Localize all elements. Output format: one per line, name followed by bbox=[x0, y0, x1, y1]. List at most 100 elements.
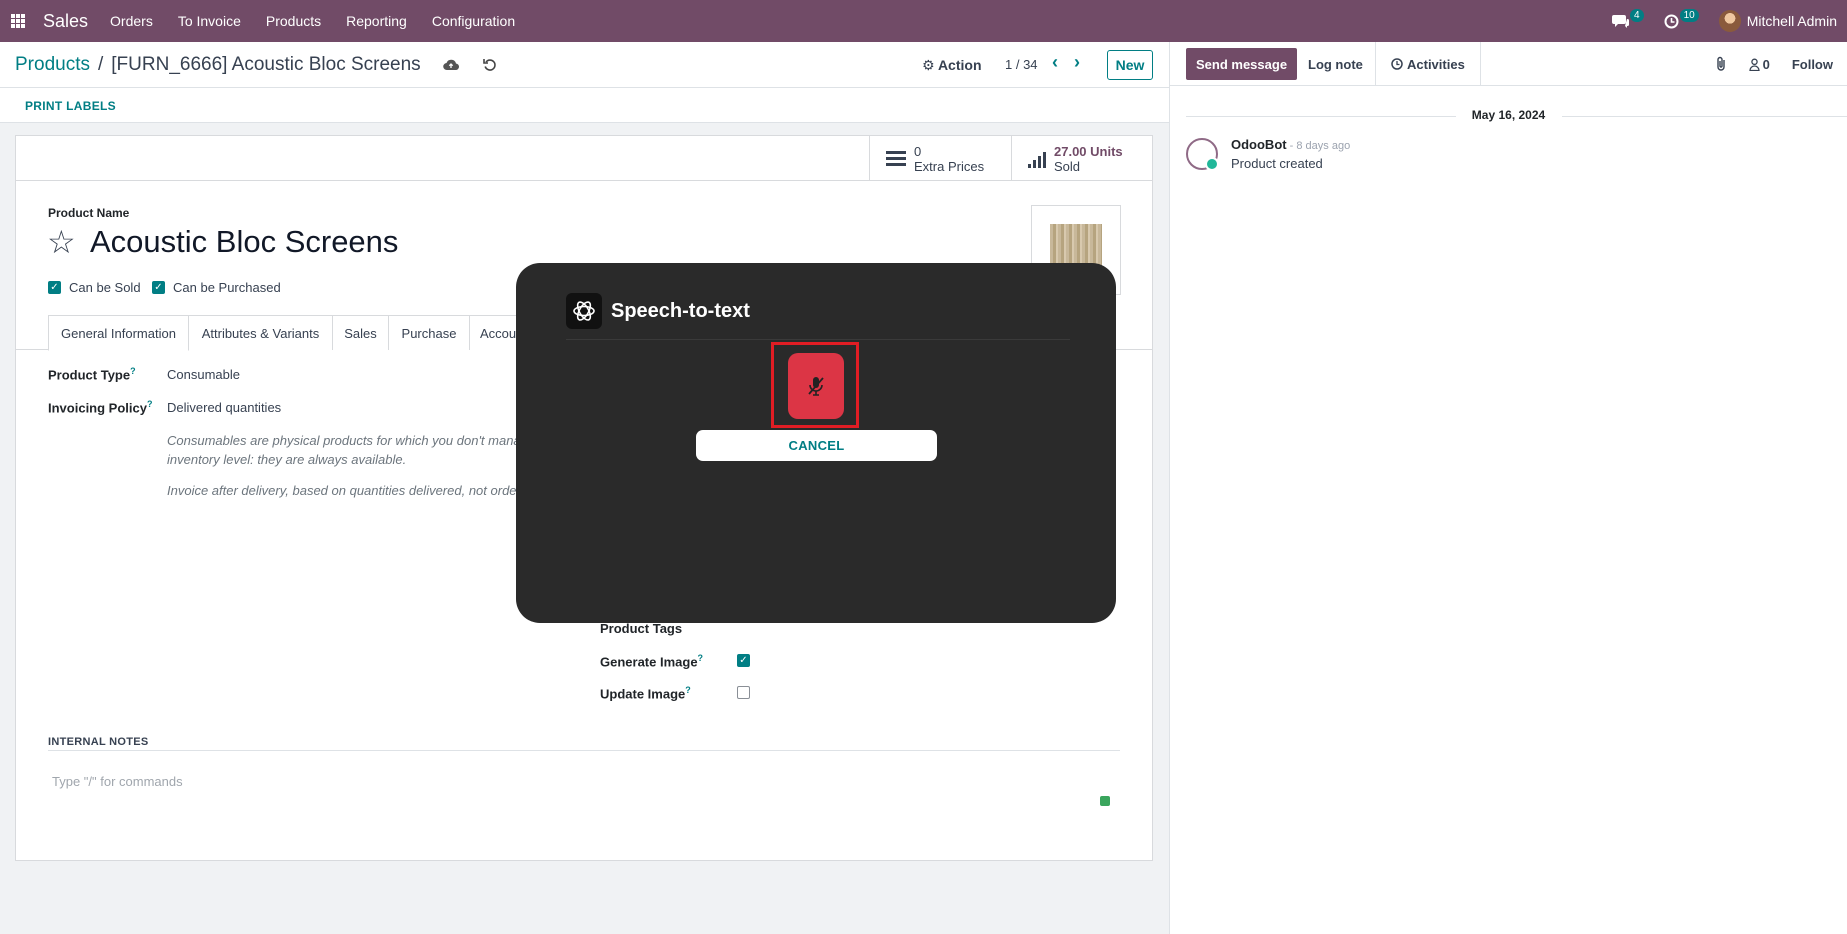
microphone-muted-icon bbox=[808, 377, 824, 396]
form-statusbar: PRINT LABELS bbox=[0, 88, 1169, 123]
menu-configuration[interactable]: Configuration bbox=[432, 13, 515, 29]
message-author: OdooBot - 8 days ago bbox=[1231, 137, 1351, 152]
openai-logo-icon bbox=[566, 293, 602, 329]
menu-to-invoice[interactable]: To Invoice bbox=[178, 13, 241, 29]
chevron-right-icon[interactable]: › bbox=[1074, 52, 1080, 73]
breadcrumb: Products / [FURN_6666] Acoustic Bloc Scr… bbox=[15, 54, 497, 76]
units-sold-label: Sold bbox=[1054, 158, 1081, 174]
paperclip-icon[interactable] bbox=[1715, 56, 1727, 72]
action-label: Action bbox=[937, 57, 982, 73]
product-name-field[interactable]: Acoustic Bloc Screens bbox=[90, 224, 398, 260]
consumable-help-line-2: inventory level: they are always availab… bbox=[167, 452, 407, 467]
user-icon bbox=[1748, 58, 1760, 71]
log-note-button[interactable]: Log note bbox=[1308, 48, 1363, 80]
list-icon bbox=[886, 151, 906, 166]
consumable-help-line-1: Consumables are physical products for wh… bbox=[167, 433, 521, 448]
can-be-sold-label: Can be Sold bbox=[69, 280, 141, 295]
update-image-label: Update Image? bbox=[600, 685, 691, 702]
new-button[interactable]: New bbox=[1107, 50, 1153, 80]
clock-icon bbox=[1664, 14, 1679, 28]
speech-to-text-dialog: Speech-to-text CANCEL bbox=[516, 263, 1116, 623]
menu-reporting[interactable]: Reporting bbox=[346, 13, 407, 29]
activities-count-badge: 10 bbox=[1679, 8, 1699, 22]
invoicing-policy-label: Invoicing Policy? bbox=[48, 399, 153, 416]
product-type-label: Product Type? bbox=[48, 366, 136, 383]
help-tooltip-icon: ? bbox=[685, 685, 691, 695]
invoicing-policy-field[interactable]: Delivered quantities bbox=[167, 400, 281, 415]
status-indicator-icon bbox=[1100, 796, 1110, 806]
extra-prices-stat-button[interactable]: 0 Extra Prices bbox=[869, 136, 1011, 181]
activities-button[interactable]: Activities bbox=[1375, 42, 1481, 86]
menu-orders[interactable]: Orders bbox=[110, 13, 153, 29]
follow-button[interactable]: Follow bbox=[1792, 57, 1833, 72]
followers-button[interactable]: 0 bbox=[1748, 56, 1770, 72]
product-name-label: Product Name bbox=[48, 206, 130, 220]
followers-count: 0 bbox=[1762, 56, 1770, 72]
checkbox-checked-icon: ✓ bbox=[152, 281, 165, 294]
dialog-divider bbox=[566, 339, 1070, 340]
send-message-button[interactable]: Send message bbox=[1186, 48, 1298, 80]
clock-icon bbox=[1391, 58, 1403, 70]
pager-value[interactable]: 1 / 34 bbox=[1005, 57, 1038, 72]
units-sold-value: 27.00 Units bbox=[1054, 143, 1123, 159]
gear-icon: ⚙ bbox=[922, 57, 935, 73]
invoice-policy-help: Invoice after delivery, based on quantit… bbox=[167, 483, 521, 498]
apps-menu-icon[interactable] bbox=[11, 14, 25, 28]
microphone-button[interactable] bbox=[788, 353, 844, 419]
message-body: Product created bbox=[1231, 156, 1323, 171]
messages-button[interactable]: 4 bbox=[1612, 8, 1644, 29]
app-name[interactable]: Sales bbox=[43, 11, 88, 32]
message-time: - 8 days ago bbox=[1286, 140, 1351, 152]
activities-button[interactable]: 10 bbox=[1664, 8, 1699, 29]
action-menu-button[interactable]: ⚙ Action bbox=[922, 57, 982, 74]
can-be-purchased-label: Can be Purchased bbox=[173, 280, 281, 295]
menu-products[interactable]: Products bbox=[266, 13, 321, 29]
help-tooltip-icon: ? bbox=[697, 653, 704, 663]
extra-prices-label: Extra Prices bbox=[914, 158, 985, 174]
date-divider-right bbox=[1562, 116, 1847, 117]
print-labels-button[interactable]: PRINT LABELS bbox=[25, 99, 116, 113]
product-type-field[interactable]: Consumable bbox=[167, 367, 240, 382]
dialog-title: Speech-to-text bbox=[611, 300, 750, 322]
tab-sales[interactable]: Sales bbox=[333, 315, 389, 350]
breadcrumb-separator: / bbox=[97, 54, 104, 75]
star-favorite-icon[interactable]: ☆ bbox=[47, 224, 76, 260]
odoobot-avatar bbox=[1186, 138, 1219, 171]
tab-general-information[interactable]: General Information bbox=[48, 315, 189, 351]
breadcrumb-products-link[interactable]: Products bbox=[15, 54, 90, 76]
control-panel: Products / [FURN_6666] Acoustic Bloc Scr… bbox=[0, 42, 1169, 88]
update-image-checkbox[interactable] bbox=[737, 686, 750, 699]
stat-button-row: 0 Extra Prices 27.00 Units Sold bbox=[16, 136, 1152, 181]
generate-image-checkbox[interactable]: ✓ bbox=[737, 654, 750, 667]
can-be-sold-checkbox[interactable]: ✓ Can be Sold bbox=[48, 280, 141, 295]
signal-bars-icon bbox=[1028, 150, 1046, 168]
breadcrumb-current: [FURN_6666] Acoustic Bloc Screens bbox=[111, 54, 421, 75]
extra-prices-value: 0 bbox=[914, 143, 922, 159]
help-tooltip-icon: ? bbox=[130, 366, 136, 376]
product-tags-label: Product Tags bbox=[600, 621, 683, 636]
tab-purchase[interactable]: Purchase bbox=[389, 315, 470, 350]
cloud-save-icon[interactable] bbox=[442, 59, 459, 71]
internal-notes-divider bbox=[48, 750, 1120, 751]
tab-attributes-variants[interactable]: Attributes & Variants bbox=[189, 315, 333, 350]
chat-icon bbox=[1612, 14, 1630, 28]
cancel-button[interactable]: CANCEL bbox=[696, 430, 937, 461]
messages-count-badge: 4 bbox=[1630, 8, 1644, 22]
can-be-purchased-checkbox[interactable]: ✓ Can be Purchased bbox=[152, 280, 281, 295]
chatter-topbar: Send message Log note Activities 0 Follo… bbox=[1170, 42, 1847, 86]
discard-undo-icon[interactable] bbox=[482, 58, 497, 72]
units-sold-stat-button[interactable]: 27.00 Units Sold bbox=[1011, 136, 1153, 181]
activities-label: Activities bbox=[1407, 56, 1465, 72]
internal-notes-label: INTERNAL NOTES bbox=[48, 736, 149, 748]
generate-image-label: Generate Image? bbox=[600, 653, 704, 670]
date-separator: May 16, 2024 bbox=[1471, 108, 1546, 122]
help-tooltip-icon: ? bbox=[146, 399, 153, 409]
user-menu[interactable]: Mitchell Admin bbox=[1718, 10, 1837, 32]
top-navbar: Sales Orders To Invoice Products Reporti… bbox=[0, 0, 1847, 42]
user-name: Mitchell Admin bbox=[1746, 13, 1837, 29]
chatter-panel: Send message Log note Activities 0 Follo… bbox=[1169, 42, 1847, 934]
internal-notes-editor[interactable]: Type "/" for commands bbox=[52, 774, 183, 789]
checkbox-checked-icon: ✓ bbox=[48, 281, 61, 294]
chevron-left-icon[interactable]: ‹ bbox=[1052, 52, 1058, 73]
user-avatar bbox=[1718, 10, 1741, 32]
